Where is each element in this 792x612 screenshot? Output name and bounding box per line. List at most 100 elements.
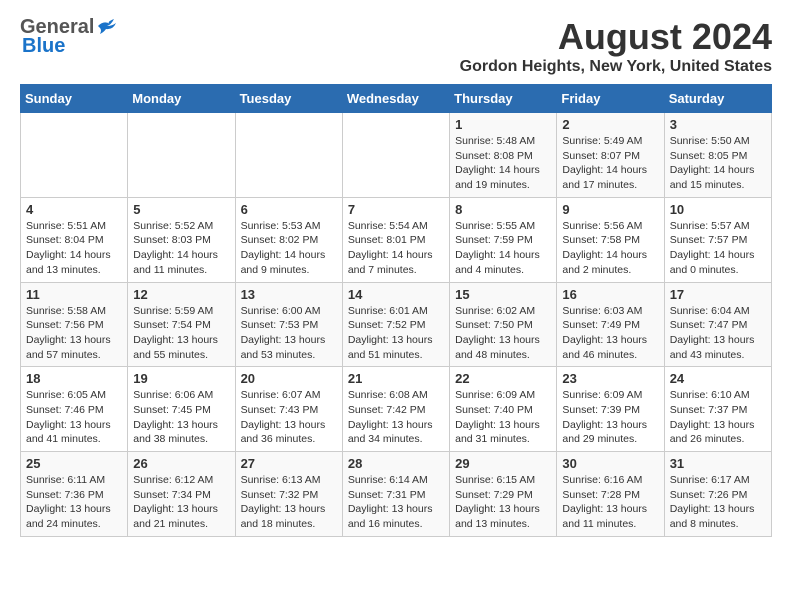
calendar-cell: 29 Sunrise: 6:15 AMSunset: 7:29 PMDayligh…	[450, 452, 557, 537]
day-number: 20	[241, 371, 337, 386]
day-number: 13	[241, 287, 337, 302]
calendar-cell: 6Sunrise: 5:53 AMSunset: 8:02 PMDaylight…	[235, 197, 342, 282]
day-number: 24	[670, 371, 766, 386]
calendar-cell: 10 Sunrise: 5:57 AMSunset: 7:57 PMDayligh…	[664, 197, 771, 282]
logo: General Blue	[20, 16, 118, 58]
calendar-week-row: 11 Sunrise: 5:58 AMSunset: 7:56 PMDayligh…	[21, 282, 772, 367]
calendar-cell: 11 Sunrise: 5:58 AMSunset: 7:56 PMDayligh…	[21, 282, 128, 367]
day-info: Sunrise: 6:17 AMSunset: 7:26 PMDaylight:…	[670, 473, 766, 532]
day-number: 8	[455, 202, 551, 217]
day-number: 22	[455, 371, 551, 386]
calendar-cell: 22 Sunrise: 6:09 AMSunset: 7:40 PMDayligh…	[450, 367, 557, 452]
day-info: Sunrise: 6:08 AMSunset: 7:42 PMDaylight:…	[348, 388, 444, 447]
day-info: Sunrise: 5:51 AMSunset: 8:04 PMDaylight:…	[26, 219, 122, 278]
day-info: Sunrise: 6:15 AMSunset: 7:29 PMDaylight:…	[455, 473, 551, 532]
weekday-header: Saturday	[664, 85, 771, 113]
day-info: Sunrise: 6:10 AMSunset: 7:37 PMDaylight:…	[670, 388, 766, 447]
calendar-cell: 13 Sunrise: 6:00 AMSunset: 7:53 PMDayligh…	[235, 282, 342, 367]
day-number: 4	[26, 202, 122, 217]
day-info: Sunrise: 6:09 AMSunset: 7:39 PMDaylight:…	[562, 388, 658, 447]
calendar-cell	[235, 113, 342, 198]
day-number: 21	[348, 371, 444, 386]
calendar-cell: 30 Sunrise: 6:16 AMSunset: 7:28 PMDayligh…	[557, 452, 664, 537]
calendar-week-row: 1 Sunrise: 5:48 AMSunset: 8:08 PMDaylight…	[21, 113, 772, 198]
day-number: 3	[670, 117, 766, 132]
day-number: 11	[26, 287, 122, 302]
day-info: Sunrise: 6:06 AMSunset: 7:45 PMDaylight:…	[133, 388, 229, 447]
calendar-cell: 28 Sunrise: 6:14 AMSunset: 7:31 PMDayligh…	[342, 452, 449, 537]
day-info: Sunrise: 6:04 AMSunset: 7:47 PMDaylight:…	[670, 304, 766, 363]
day-number: 25	[26, 456, 122, 471]
day-number: 7	[348, 202, 444, 217]
page-header: General Blue August 2024 Gordon Heights,…	[20, 16, 772, 76]
calendar-cell	[342, 113, 449, 198]
day-info: Sunrise: 6:00 AMSunset: 7:53 PMDaylight:…	[241, 304, 337, 363]
day-info: Sunrise: 5:58 AMSunset: 7:56 PMDaylight:…	[26, 304, 122, 363]
day-info: Sunrise: 6:12 AMSunset: 7:34 PMDaylight:…	[133, 473, 229, 532]
calendar-cell: 7 Sunrise: 5:54 AMSunset: 8:01 PMDaylight…	[342, 197, 449, 282]
calendar-cell: 12 Sunrise: 5:59 AMSunset: 7:54 PMDayligh…	[128, 282, 235, 367]
day-number: 28	[348, 456, 444, 471]
calendar-cell	[128, 113, 235, 198]
calendar-cell: 21 Sunrise: 6:08 AMSunset: 7:42 PMDayligh…	[342, 367, 449, 452]
day-info: Sunrise: 6:09 AMSunset: 7:40 PMDaylight:…	[455, 388, 551, 447]
day-info: Sunrise: 6:14 AMSunset: 7:31 PMDaylight:…	[348, 473, 444, 532]
day-info: Sunrise: 5:48 AMSunset: 8:08 PMDaylight:…	[455, 134, 551, 193]
day-info: Sunrise: 5:49 AMSunset: 8:07 PMDaylight:…	[562, 134, 658, 193]
day-info: Sunrise: 5:52 AMSunset: 8:03 PMDaylight:…	[133, 219, 229, 278]
calendar-cell: 1 Sunrise: 5:48 AMSunset: 8:08 PMDaylight…	[450, 113, 557, 198]
day-info: Sunrise: 5:54 AMSunset: 8:01 PMDaylight:…	[348, 219, 444, 278]
calendar-cell: 8 Sunrise: 5:55 AMSunset: 7:59 PMDaylight…	[450, 197, 557, 282]
weekday-header: Thursday	[450, 85, 557, 113]
calendar-cell: 15 Sunrise: 6:02 AMSunset: 7:50 PMDayligh…	[450, 282, 557, 367]
day-info: Sunrise: 5:50 AMSunset: 8:05 PMDaylight:…	[670, 134, 766, 193]
day-number: 29	[455, 456, 551, 471]
day-number: 10	[670, 202, 766, 217]
day-info: Sunrise: 6:16 AMSunset: 7:28 PMDaylight:…	[562, 473, 658, 532]
day-number: 9	[562, 202, 658, 217]
day-info: Sunrise: 5:57 AMSunset: 7:57 PMDaylight:…	[670, 219, 766, 278]
calendar-cell	[21, 113, 128, 198]
day-info: Sunrise: 6:05 AMSunset: 7:46 PMDaylight:…	[26, 388, 122, 447]
calendar-cell: 4 Sunrise: 5:51 AMSunset: 8:04 PMDaylight…	[21, 197, 128, 282]
calendar-week-row: 4 Sunrise: 5:51 AMSunset: 8:04 PMDaylight…	[21, 197, 772, 282]
day-number: 30	[562, 456, 658, 471]
day-info: Sunrise: 6:03 AMSunset: 7:49 PMDaylight:…	[562, 304, 658, 363]
day-number: 17	[670, 287, 766, 302]
day-info: Sunrise: 6:11 AMSunset: 7:36 PMDaylight:…	[26, 473, 122, 532]
day-number: 27	[241, 456, 337, 471]
calendar-cell: 16Sunrise: 6:03 AMSunset: 7:49 PMDayligh…	[557, 282, 664, 367]
day-info: Sunrise: 5:53 AMSunset: 8:02 PMDaylight:…	[241, 219, 337, 278]
logo-blue-text: Blue	[22, 35, 65, 58]
calendar-week-row: 25 Sunrise: 6:11 AMSunset: 7:36 PMDayligh…	[21, 452, 772, 537]
calendar-cell: 9 Sunrise: 5:56 AMSunset: 7:58 PMDaylight…	[557, 197, 664, 282]
calendar-cell: 26 Sunrise: 6:12 AMSunset: 7:34 PMDayligh…	[128, 452, 235, 537]
weekday-header: Monday	[128, 85, 235, 113]
day-info: Sunrise: 6:01 AMSunset: 7:52 PMDaylight:…	[348, 304, 444, 363]
calendar-header-row: SundayMondayTuesdayWednesdayThursdayFrid…	[21, 85, 772, 113]
day-info: Sunrise: 6:02 AMSunset: 7:50 PMDaylight:…	[455, 304, 551, 363]
calendar-cell: 20Sunrise: 6:07 AMSunset: 7:43 PMDayligh…	[235, 367, 342, 452]
day-info: Sunrise: 5:59 AMSunset: 7:54 PMDaylight:…	[133, 304, 229, 363]
calendar-cell: 23 Sunrise: 6:09 AMSunset: 7:39 PMDayligh…	[557, 367, 664, 452]
calendar-cell: 17 Sunrise: 6:04 AMSunset: 7:47 PMDayligh…	[664, 282, 771, 367]
day-number: 5	[133, 202, 229, 217]
calendar-cell: 24 Sunrise: 6:10 AMSunset: 7:37 PMDayligh…	[664, 367, 771, 452]
calendar-table: SundayMondayTuesdayWednesdayThursdayFrid…	[20, 84, 772, 537]
day-number: 14	[348, 287, 444, 302]
calendar-cell: 19 Sunrise: 6:06 AMSunset: 7:45 PMDayligh…	[128, 367, 235, 452]
calendar-cell: 3 Sunrise: 5:50 AMSunset: 8:05 PMDaylight…	[664, 113, 771, 198]
day-number: 23	[562, 371, 658, 386]
weekday-header: Wednesday	[342, 85, 449, 113]
calendar-cell: 14 Sunrise: 6:01 AMSunset: 7:52 PMDayligh…	[342, 282, 449, 367]
day-number: 19	[133, 371, 229, 386]
day-number: 12	[133, 287, 229, 302]
day-number: 1	[455, 117, 551, 132]
day-number: 26	[133, 456, 229, 471]
day-info: Sunrise: 5:56 AMSunset: 7:58 PMDaylight:…	[562, 219, 658, 278]
day-number: 2	[562, 117, 658, 132]
day-info: Sunrise: 5:55 AMSunset: 7:59 PMDaylight:…	[455, 219, 551, 278]
calendar-cell: 25 Sunrise: 6:11 AMSunset: 7:36 PMDayligh…	[21, 452, 128, 537]
weekday-header: Friday	[557, 85, 664, 113]
day-number: 15	[455, 287, 551, 302]
